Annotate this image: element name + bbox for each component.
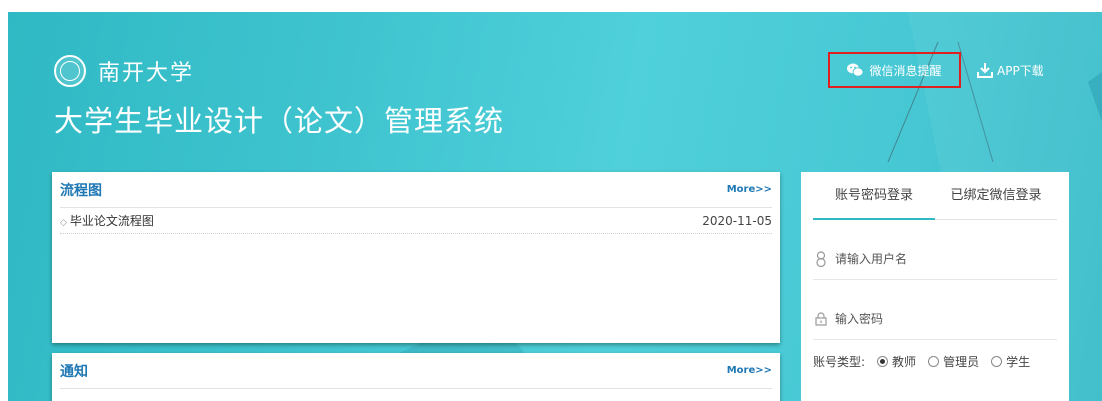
top-links: 微信消息提醒 APP下载 bbox=[828, 52, 1044, 88]
notice-more-link[interactable]: More>> bbox=[727, 365, 772, 376]
option-label: 教师 bbox=[892, 354, 917, 369]
flowchart-panel: 流程图 More>> 毕业论文流程图 2020-11-05 bbox=[52, 172, 780, 343]
tab-wechat-login[interactable]: 已绑定微信登录 bbox=[935, 172, 1057, 219]
login-tabs: 账号密码登录 已绑定微信登录 bbox=[813, 172, 1057, 220]
notice-panel-header: 通知 More>> bbox=[60, 353, 772, 389]
download-icon bbox=[977, 63, 993, 78]
notice-panel: 通知 More>> bbox=[52, 353, 780, 401]
notice-title: 通知 bbox=[60, 363, 88, 380]
wechat-reminder-label: 微信消息提醒 bbox=[869, 63, 942, 78]
username-placeholder: 请输入用户名 bbox=[835, 252, 908, 266]
radio-button[interactable] bbox=[991, 355, 1003, 367]
flowchart-panel-header: 流程图 More>> bbox=[60, 172, 772, 208]
account-type-label: 账号类型: bbox=[813, 354, 866, 369]
university-name: 南开大学 bbox=[98, 61, 195, 86]
account-type-selector: 账号类型: 教师 管理员 学生 bbox=[813, 346, 1057, 376]
radio-button[interactable] bbox=[928, 355, 940, 367]
lock-icon bbox=[813, 311, 829, 326]
list-item-title[interactable]: 毕业论文流程图 bbox=[60, 212, 154, 229]
list-item[interactable]: 毕业论文流程图 2020-11-05 bbox=[60, 208, 772, 234]
wechat-icon bbox=[847, 63, 864, 77]
option-label: 管理员 bbox=[943, 354, 980, 369]
account-type-student[interactable]: 学生 bbox=[991, 353, 1030, 370]
password-placeholder: 输入密码 bbox=[835, 312, 884, 326]
username-field[interactable]: 请输入用户名 bbox=[813, 238, 1057, 280]
tab-password-login[interactable]: 账号密码登录 bbox=[813, 172, 935, 220]
banner-background: 南开大学 大学生毕业设计（论文）管理系统 微信消息提醒 APP下载 流程图 Mo… bbox=[8, 12, 1102, 401]
flowchart-more-link[interactable]: More>> bbox=[727, 184, 772, 195]
radio-button[interactable] bbox=[877, 355, 889, 367]
account-type-admin[interactable]: 管理员 bbox=[928, 353, 979, 370]
list-item-date: 2020-11-05 bbox=[702, 213, 772, 228]
account-type-teacher[interactable]: 教师 bbox=[877, 353, 916, 370]
login-panel: 账号密码登录 已绑定微信登录 请输入用户名 输入密码 账号类型: 教师 管理员 … bbox=[801, 172, 1069, 401]
user-icon bbox=[813, 250, 829, 267]
wechat-reminder-link[interactable]: 微信消息提醒 bbox=[828, 52, 961, 88]
brand: 南开大学 bbox=[54, 55, 194, 87]
university-seal-logo bbox=[54, 55, 86, 87]
page-title: 大学生毕业设计（论文）管理系统 bbox=[54, 104, 505, 138]
password-field[interactable]: 输入密码 bbox=[813, 298, 1057, 340]
app-download-label: APP下载 bbox=[997, 63, 1044, 78]
app-download-link[interactable]: APP下载 bbox=[977, 62, 1044, 79]
flowchart-title: 流程图 bbox=[60, 182, 102, 199]
option-label: 学生 bbox=[1006, 354, 1031, 369]
